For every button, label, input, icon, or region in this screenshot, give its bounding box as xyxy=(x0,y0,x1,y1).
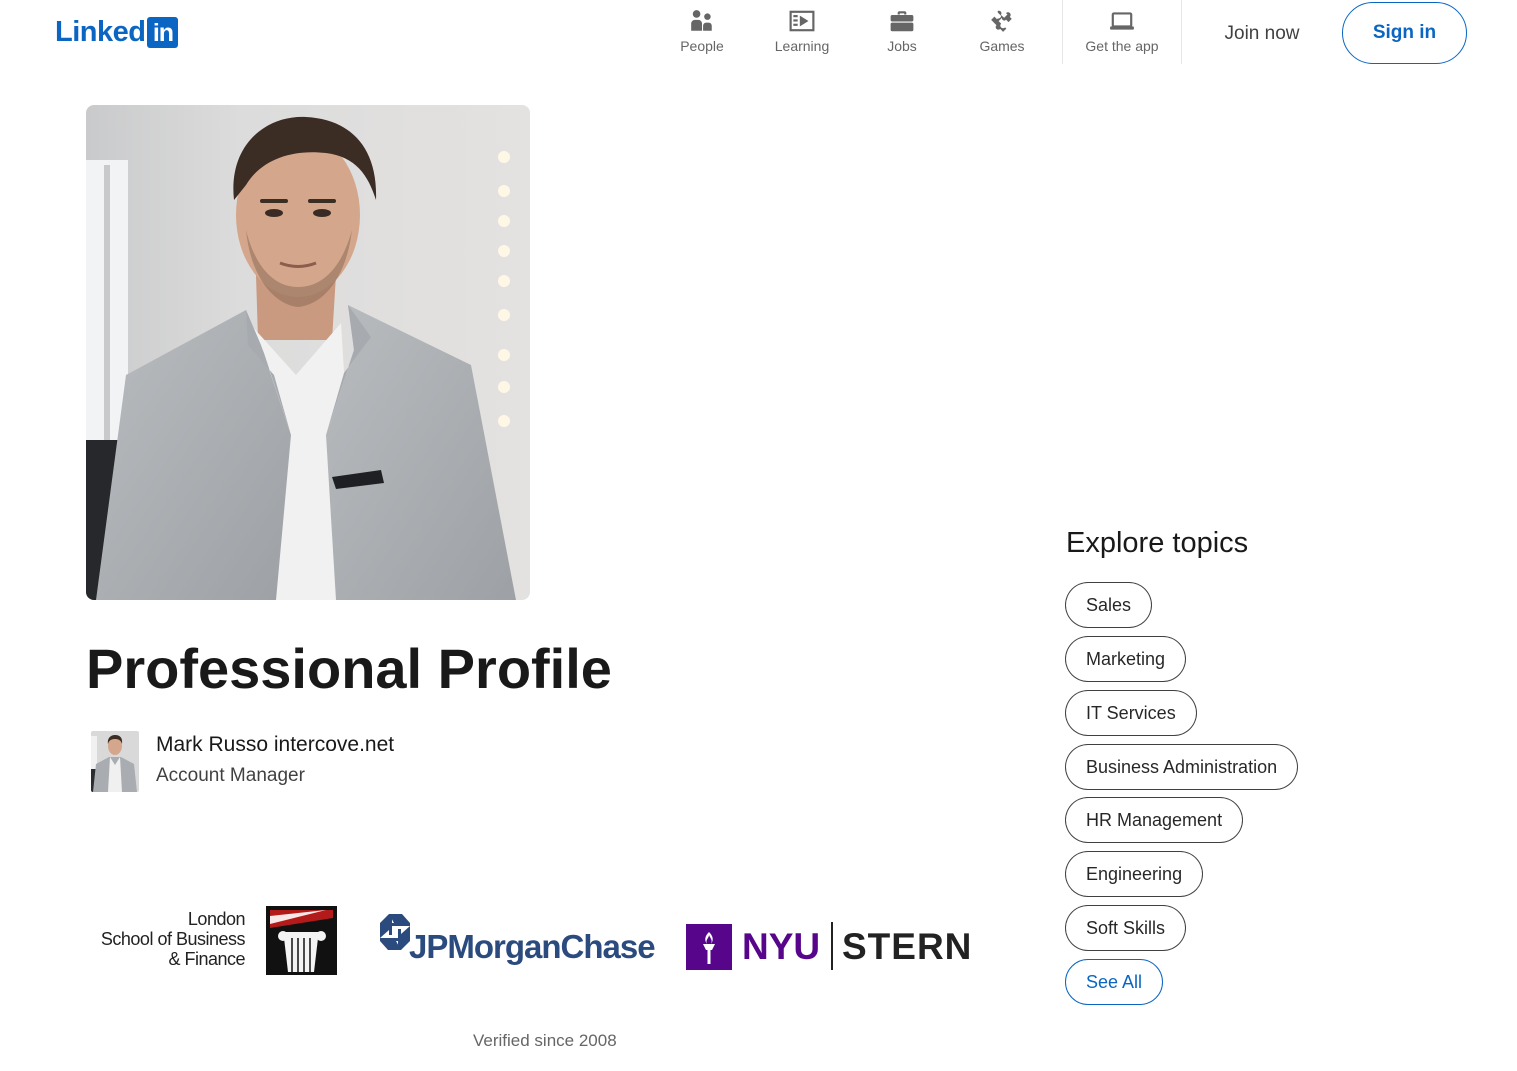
lsbf-logo-text: London School of Business & Finance xyxy=(100,909,246,969)
nav-label-learning: Learning xyxy=(774,38,830,54)
nav-get-the-app[interactable]: Get the app xyxy=(1074,0,1170,64)
author-name[interactable]: Mark Russo intercove.net xyxy=(156,733,394,757)
top-nav-bar: Linked in People Learning Jobs Games Get… xyxy=(0,0,1517,68)
author-block[interactable]: Mark Russo intercove.net Account Manager xyxy=(91,731,394,792)
nav-divider xyxy=(1181,0,1182,64)
nav-learning[interactable]: Learning xyxy=(754,0,850,64)
briefcase-icon xyxy=(890,11,914,32)
profile-photo xyxy=(86,105,530,600)
lsbf-line: & Finance xyxy=(168,949,245,969)
nav-games[interactable]: Games xyxy=(954,0,1050,64)
nav-label-get-the-app: Get the app xyxy=(1085,38,1159,54)
laptop-icon xyxy=(1110,12,1134,30)
sign-in-button[interactable]: Sign in xyxy=(1342,2,1467,64)
people-icon xyxy=(691,10,712,31)
topic-pill-marketing[interactable]: Marketing xyxy=(1065,636,1187,682)
topic-pill-hr-management[interactable]: HR Management xyxy=(1065,797,1244,843)
author-avatar[interactable] xyxy=(91,731,139,792)
lsbf-line: London xyxy=(187,909,246,929)
nav-divider xyxy=(1062,0,1063,64)
jpmorganchase-wordmark: JPMorganChase xyxy=(409,928,656,965)
puzzle-piece-icon xyxy=(991,10,1012,32)
page-title: Professional Profile xyxy=(86,637,612,700)
nav-jobs[interactable]: Jobs xyxy=(854,0,950,64)
topic-pill-business-administration[interactable]: Business Administration xyxy=(1065,744,1299,790)
jpmorganchase-logo: JPMorganChase xyxy=(380,912,656,968)
nyu-torch-icon xyxy=(686,924,732,970)
nav-label-jobs: Jobs xyxy=(887,38,917,54)
nav-people[interactable]: People xyxy=(654,0,750,64)
stern-wordmark: STERN xyxy=(842,926,973,967)
logo-divider xyxy=(831,922,833,970)
author-role: Account Manager xyxy=(156,765,305,786)
logo-in-box: in xyxy=(147,16,179,48)
nav-label-games: Games xyxy=(979,38,1025,54)
nav-label-people: People xyxy=(680,38,724,54)
nyu-wordmark: NYU xyxy=(742,926,821,967)
learning-video-icon xyxy=(789,10,815,32)
nyu-stern-logo: NYU STERN xyxy=(686,922,976,974)
logo-wordmark: Linked xyxy=(55,16,146,48)
lsbf-line: School of Business xyxy=(100,929,246,949)
verified-since-text: Verified since 2008 xyxy=(473,1031,617,1050)
see-all-topics-button[interactable]: See All xyxy=(1065,959,1164,1005)
organization-logos: London School of Business & Finance JPMo… xyxy=(96,898,976,984)
explore-topics-heading: Explore topics xyxy=(1066,527,1249,559)
linkedin-logo[interactable]: Linked in xyxy=(55,16,179,48)
join-now-button[interactable]: Join now xyxy=(1198,14,1326,54)
topic-pill-soft-skills[interactable]: Soft Skills xyxy=(1065,905,1187,951)
lsbf-logo: London School of Business & Finance xyxy=(96,906,341,976)
lsbf-column-icon xyxy=(266,906,337,975)
chase-octagon-icon xyxy=(380,914,410,950)
topic-pill-it-services[interactable]: IT Services xyxy=(1065,690,1197,736)
topic-pill-engineering[interactable]: Engineering xyxy=(1065,851,1204,897)
topic-pill-sales[interactable]: Sales xyxy=(1065,582,1153,628)
